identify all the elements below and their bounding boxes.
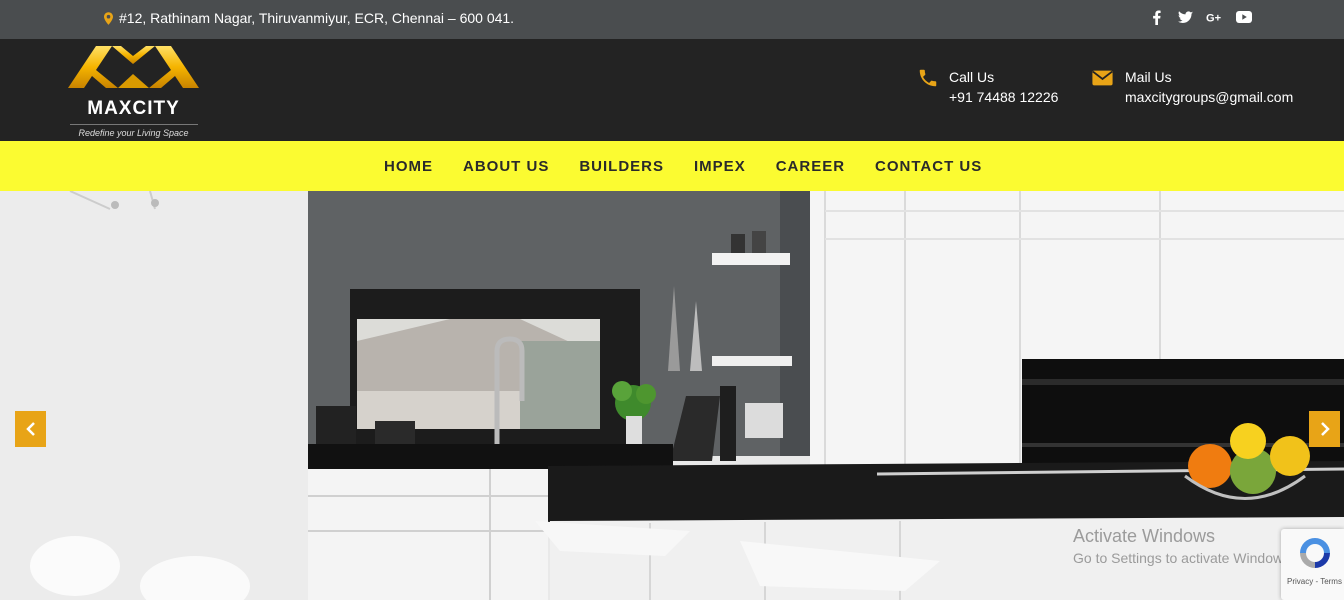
slider-next-button[interactable] xyxy=(1309,411,1340,447)
recaptcha-icon xyxy=(1300,538,1330,568)
main-nav: HOME ABOUT US BUILDERS IMPEX CAREER CONT… xyxy=(0,141,1344,191)
call-label: Call Us xyxy=(949,69,995,85)
address: #12, Rathinam Nagar, Thiruvanmiyur, ECR,… xyxy=(104,10,514,26)
chevron-left-icon xyxy=(25,422,35,436)
facebook-icon[interactable] xyxy=(1148,9,1165,26)
hero-slider: Activate Windows Go to Settings to activ… xyxy=(0,191,1344,600)
map-marker-icon xyxy=(104,11,113,25)
nav-item-impex[interactable]: IMPEX xyxy=(694,158,746,175)
watermark-title: Activate Windows xyxy=(1073,526,1216,546)
recaptcha-links[interactable]: Privacy - Terms xyxy=(1287,577,1342,586)
site-header: MAXCITY Redefine your Living Space Call … xyxy=(0,39,1344,141)
nav-item-about-us[interactable]: ABOUT US xyxy=(463,158,549,175)
address-text: #12, Rathinam Nagar, Thiruvanmiyur, ECR,… xyxy=(119,10,515,26)
mail-us-block: Mail Us maxcitygroups@gmail.com xyxy=(1090,67,1293,107)
brand-name: MAXCITY xyxy=(87,98,180,119)
logo-mark-icon xyxy=(68,46,199,88)
maxcity-logo[interactable]: MAXCITY Redefine your Living Space xyxy=(66,42,201,139)
google-plus-icon[interactable]: G+ xyxy=(1206,9,1223,26)
mail-label: Mail Us xyxy=(1125,69,1172,85)
nav-item-contact-us[interactable]: CONTACT US xyxy=(875,158,982,175)
envelope-icon xyxy=(1092,70,1113,86)
social-links: G+ xyxy=(1148,8,1252,26)
nav-item-builders[interactable]: BUILDERS xyxy=(579,158,664,175)
call-number[interactable]: +91 74488 12226 xyxy=(949,87,1058,107)
slider-prev-button[interactable] xyxy=(15,411,46,447)
recaptcha-badge[interactable]: Privacy - Terms xyxy=(1281,529,1344,600)
phone-icon xyxy=(919,69,937,87)
twitter-icon[interactable] xyxy=(1177,9,1194,26)
mail-address[interactable]: maxcitygroups@gmail.com xyxy=(1125,87,1293,107)
logo-divider xyxy=(70,124,198,125)
nav-item-career[interactable]: CAREER xyxy=(776,158,845,175)
brand-tagline: Redefine your Living Space xyxy=(78,128,189,138)
call-us-block: Call Us +91 74488 12226 xyxy=(917,67,1058,107)
windows-activation-watermark: Activate Windows Go to Settings to activ… xyxy=(1073,526,1294,566)
watermark-subtitle: Go to Settings to activate Windows. xyxy=(1073,550,1294,566)
youtube-icon[interactable] xyxy=(1235,9,1252,26)
nav-item-home[interactable]: HOME xyxy=(384,158,433,175)
svg-text:G+: G+ xyxy=(1206,12,1221,24)
top-bar: #12, Rathinam Nagar, Thiruvanmiyur, ECR,… xyxy=(0,0,1344,39)
chevron-right-icon xyxy=(1320,422,1330,436)
